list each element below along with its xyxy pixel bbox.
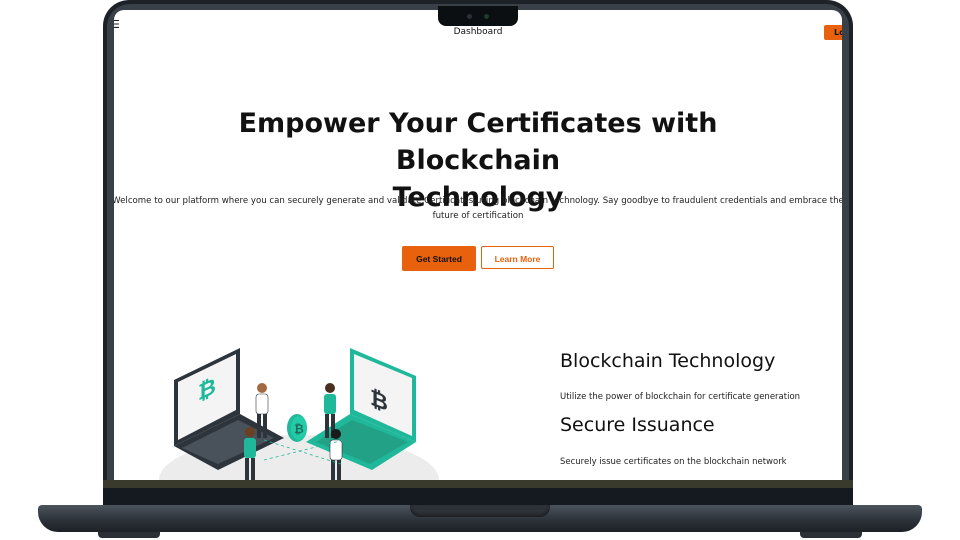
- learn-more-button[interactable]: Learn More: [481, 246, 554, 269]
- laptop-hinge: [103, 488, 853, 506]
- feature-title-secure: Secure Issuance: [560, 414, 715, 436]
- laptop-foot-left: [98, 532, 160, 538]
- coin: ₿: [287, 414, 307, 442]
- camera-light-icon: [484, 14, 489, 19]
- get-started-button[interactable]: Get Started: [402, 246, 476, 271]
- hero-title-line1: Empower Your Certificates with Blockchai…: [238, 108, 718, 176]
- laptop-opening-lip: [410, 505, 550, 517]
- browser-screen: ☰ Dashboard Lo Empower Your Certificates…: [114, 10, 842, 480]
- feature-desc-secure: Securely issue certificates on the block…: [560, 457, 787, 467]
- landing-page: ☰ Dashboard Lo Empower Your Certificates…: [114, 10, 842, 480]
- feature-title-blockchain: Blockchain Technology: [560, 350, 776, 372]
- nav-title[interactable]: Dashboard: [114, 27, 842, 37]
- blockchain-illustration: ₿ ₿ ₿: [159, 348, 439, 480]
- hero-description: Welcome to our platform where you can se…: [114, 194, 842, 224]
- hero-description-line2: future of certification: [432, 211, 524, 221]
- feature-desc-blockchain: Utilize the power of blockchain for cert…: [560, 392, 801, 402]
- svg-text:₿: ₿: [294, 422, 304, 436]
- login-button[interactable]: Lo: [824, 25, 842, 40]
- laptop-foot-right: [800, 532, 862, 538]
- camera-icon: [467, 14, 472, 19]
- camera-notch: [438, 6, 518, 26]
- hero-description-line1: Welcome to our platform where you can se…: [114, 196, 842, 206]
